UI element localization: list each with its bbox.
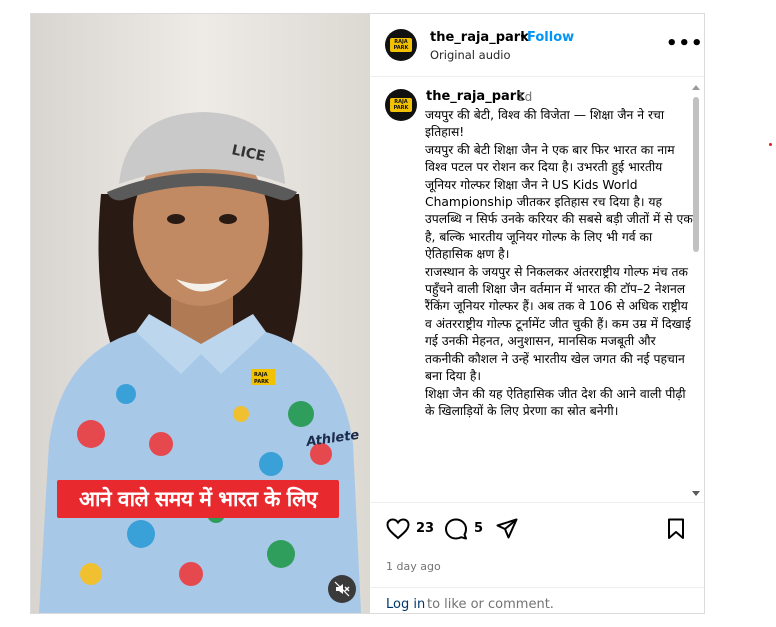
caption-paragraph: शिक्षा जैन की यह ऐतिहासिक जीत देश की आने… <box>425 386 686 418</box>
comment-count[interactable]: 5 <box>474 521 483 536</box>
comment-icon[interactable] <box>444 518 468 540</box>
post-modal: LICE RAJA PARK Athlete आने वाले समय में … <box>30 13 705 614</box>
scroll-up-arrow-icon[interactable] <box>692 85 700 90</box>
video-frame-image: LICE RAJA PARK Athlete <box>31 14 370 613</box>
follow-button[interactable]: Follow <box>527 30 574 45</box>
caption-avatar-logo-line2: PARK <box>393 105 409 111</box>
author-username[interactable]: the_raja_park <box>430 30 529 45</box>
reel-video[interactable]: LICE RAJA PARK Athlete आने वाले समय में … <box>31 14 370 613</box>
audio-label[interactable]: Original audio <box>430 48 511 62</box>
caption-paragraph: जयपुर की बेटी, विश्व की विजेता — शिक्षा … <box>425 108 664 140</box>
mute-button[interactable] <box>328 575 356 603</box>
video-caption-text: आने वाले समय में भारत के लिए <box>78 487 318 511</box>
scrollbar-thumb[interactable] <box>693 97 699 252</box>
notification-dot <box>769 143 772 146</box>
caption-paragraph: जयपुर की बेटी शिक्षा जैन ने एक बार फिर भ… <box>425 142 693 262</box>
caption-username[interactable]: the_raja_park <box>426 89 525 104</box>
shirt-logo-line1: RAJA <box>254 372 268 378</box>
author-avatar[interactable]: RAJA PARK <box>385 29 417 61</box>
share-icon[interactable] <box>496 518 518 540</box>
login-prompt: Log in to like or comment. <box>370 587 704 615</box>
video-caption-bar: आने वाले समय में भारत के लिए <box>57 480 339 518</box>
caption-timestamp[interactable]: 1d <box>517 90 532 104</box>
raja-park-logo: RAJA PARK <box>390 38 412 52</box>
more-options-button[interactable]: ••• <box>666 33 704 54</box>
post-actions: 23 5 1 day ago Log in to like or comment… <box>370 502 704 614</box>
caption-scrollbar[interactable] <box>691 81 701 501</box>
post-date[interactable]: 1 day ago <box>386 560 441 573</box>
bookmark-icon[interactable] <box>667 518 685 540</box>
raja-park-logo: RAJA PARK <box>390 98 412 112</box>
caption-text: जयपुर की बेटी, विश्व की विजेता — शिक्षा … <box>425 107 695 420</box>
speaker-muted-icon <box>334 581 350 597</box>
login-link[interactable]: Log in <box>386 597 425 612</box>
shirt-logo-line2: PARK <box>254 379 270 385</box>
like-count[interactable]: 23 <box>416 521 434 536</box>
post-details-panel: RAJA PARK the_raja_park • Follow Origina… <box>370 14 704 613</box>
header-separator: • <box>519 30 527 45</box>
caption-scroll-area[interactable]: RAJA PARK the_raja_park 1d जयपुर की बेटी… <box>370 77 704 502</box>
heart-icon[interactable] <box>386 518 410 540</box>
caption-author-avatar[interactable]: RAJA PARK <box>385 89 417 121</box>
login-prompt-text: to like or comment. <box>427 597 554 612</box>
scroll-down-arrow-icon[interactable] <box>692 491 700 496</box>
post-header: RAJA PARK the_raja_park • Follow Origina… <box>370 14 704 77</box>
avatar-logo-line2: PARK <box>393 45 409 51</box>
caption-paragraph: राजस्थान के जयपुर से निकलकर अंतरराष्ट्री… <box>425 264 691 384</box>
